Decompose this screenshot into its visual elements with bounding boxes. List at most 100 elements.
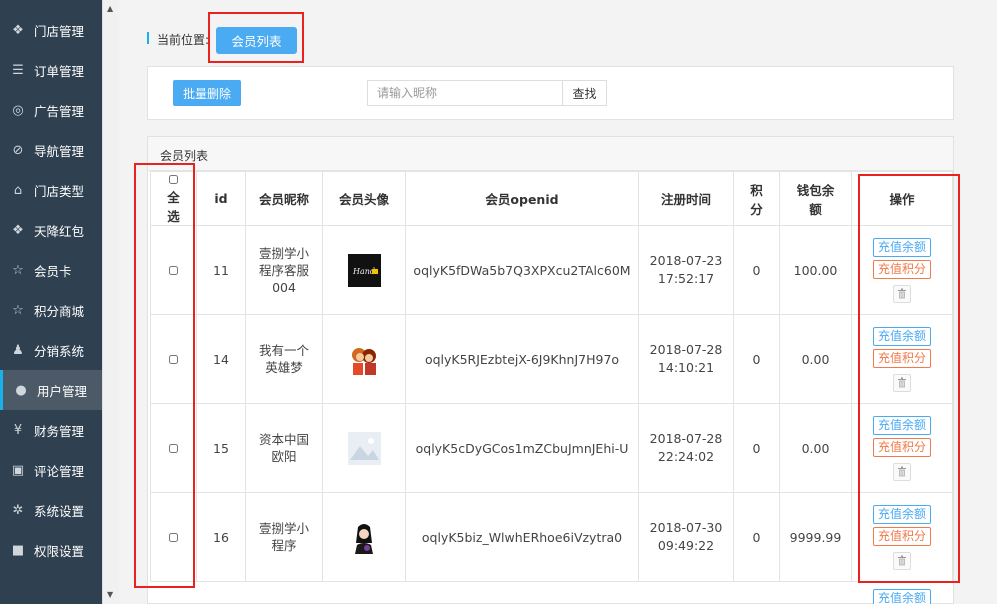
scroll-up-arrow-icon[interactable]: ▲ [107,4,113,13]
reg-date: 2018-07-28 [649,342,723,357]
row-wallet: 100.00 [779,225,852,315]
reg-time-header: 注册时间 [638,171,734,226]
list-icon: ☰ [12,62,24,78]
row-checkbox[interactable] [169,532,178,542]
row-actions: 充值余额 充值积分 [851,403,953,493]
row-points: 0 [733,492,780,582]
row-reg-time: 2018-07-28 22:24:02 [638,403,734,493]
nickname-search-input[interactable] [367,80,563,106]
sidebar-item-14[interactable]: ■ 权限设置 [0,530,102,570]
row-wallet: 0.00 [779,403,852,493]
scroll-down-arrow-icon[interactable]: ▼ [107,590,113,599]
sidebar-item-9[interactable]: ♟ 分销系统 [0,330,102,370]
reg-time: 17:52:17 [657,271,715,286]
actions-header: 操作 [851,171,953,226]
select-all-checkbox[interactable] [169,175,178,184]
compass-icon: ⊘ [12,142,24,158]
money-icon: ▣ [11,462,25,478]
select-all-label-1: 全 [167,190,180,205]
table-row: 11 壹捌学小 程序客服 004 Hand oqlyK5fDWa5b7Q3XPXcu2TA… [150,225,953,315]
bank-icon: ⌂ [13,182,23,198]
recharge-balance-button[interactable]: 充值余额 [873,415,931,435]
lifebuoy-icon: ◎ [12,102,24,118]
search-button[interactable]: 查找 [562,80,607,106]
breadcrumb-marker [147,32,149,44]
select-all-label-2: 选 [167,209,180,224]
placeholder-image-avatar [347,431,381,465]
trash-icon[interactable] [893,284,911,303]
id-header: id [196,171,246,226]
points-header-1: 积 [750,182,763,198]
lock-icon: ■ [11,542,25,558]
nickname-line: 程序 [271,538,297,553]
row-nickname: 壹捌学小 程序客服 004 [245,225,323,315]
row-checkbox[interactable] [169,354,178,364]
trash-icon[interactable] [893,462,911,481]
sidebar-item-5[interactable]: ⌂ 门店类型 [0,170,102,210]
breadcrumb-current-button[interactable]: 会员列表 [216,27,297,54]
sidebar-item-label: 评论管理 [34,463,85,479]
recharge-balance-button[interactable]: 充值余额 [873,504,931,524]
avatar-header: 会员头像 [322,171,406,226]
wallet-header-2: 额 [809,201,822,217]
sidebar-item-8[interactable]: ☆ 积分商城 [0,290,102,330]
openid-header: 会员openid [405,171,639,226]
sidebar-item-label: 订单管理 [34,63,85,79]
sidebar-item-4[interactable]: ⊘ 导航管理 [0,130,102,170]
reg-date: 2018-07-30 [649,520,723,535]
row-checkbox[interactable] [169,443,178,453]
vertical-scrollbar[interactable]: ▲ ▼ [102,0,119,604]
sidebar-item-label: 用户管理 [37,383,88,399]
sidebar-item-6[interactable]: ❖ 天降红包 [0,210,102,250]
row-id: 14 [196,314,246,404]
row-avatar [322,492,406,582]
sidebar-item-1[interactable]: ❖ 门店管理 [0,10,102,50]
sidebar-item-12[interactable]: ▣ 评论管理 [0,450,102,490]
trash-icon[interactable] [893,551,911,570]
recharge-points-button[interactable]: 充值积分 [873,437,931,457]
sidebar-item-2[interactable]: ☰ 订单管理 [0,50,102,90]
row-checkbox[interactable] [169,265,178,275]
users-icon: ♟ [12,342,24,358]
points-header: 积 分 [733,171,780,226]
trash-icon[interactable] [893,373,911,392]
nickname-line: 资本中国 [258,432,309,447]
cubes-icon: ❖ [12,222,24,238]
recharge-balance-button[interactable]: 充值余额 [873,237,931,257]
sidebar-item-label: 导航管理 [34,143,85,159]
row-openid: oqlyK5cDyGCos1mZCbuJmnJEhi-U [405,403,639,493]
hand-logo-avatar: Hand [347,253,381,287]
row-reg-time: 2018-07-23 17:52:17 [638,225,734,315]
yen-icon: ¥ [13,422,23,438]
partial-recharge-balance-button[interactable]: 充值余额 [873,589,931,604]
table-row: 16 壹捌学小 程序 oqlyK5biz_WlwhERhoe6iVzytra0 2018… [150,492,953,582]
row-avatar [322,403,406,493]
nickname-line: 壹捌学小 [258,245,309,261]
sidebar-item-label: 会员卡 [34,263,72,279]
reg-date: 2018-07-23 [649,253,723,268]
sidebar-item-7[interactable]: ☆ 会员卡 [0,250,102,290]
girl-avatar [347,520,381,554]
recharge-points-button[interactable]: 充值积分 [873,526,931,546]
sidebar-item-13[interactable]: ✲ 系统设置 [0,490,102,530]
sidebar-item-label: 门店类型 [34,183,85,199]
sidebar-item-10[interactable]: ● 用户管理 [0,370,102,410]
sidebar-item-11[interactable]: ¥ 财务管理 [0,410,102,450]
sidebar-item-label: 分销系统 [34,343,85,359]
nickname-line: 我有一个 [258,343,309,358]
sidebar-item-3[interactable]: ◎ 广告管理 [0,90,102,130]
row-select-cell [150,225,197,315]
row-select-cell [150,492,197,582]
sidebar-item-label: 权限设置 [34,543,85,559]
table-header-row: 全 选 id 会员昵称 会员头像 会员openid 注册时间 积 分 钱包余 额… [150,171,953,226]
recharge-points-button[interactable]: 充值积分 [873,348,931,368]
recharge-balance-button[interactable]: 充值余额 [873,326,931,346]
row-points: 0 [733,314,780,404]
table-row: 15 资本中国 欧阳 oqlyK5cDyGCos1mZCbuJmnJEhi-U 2018… [150,403,953,493]
row-reg-time: 2018-07-28 14:10:21 [638,314,734,404]
row-avatar [322,314,406,404]
recharge-points-button[interactable]: 充值积分 [873,259,931,279]
row-select-cell [150,314,197,404]
sidebar-item-label: 系统设置 [34,503,85,519]
bulk-delete-button[interactable]: 批量删除 [173,80,241,106]
